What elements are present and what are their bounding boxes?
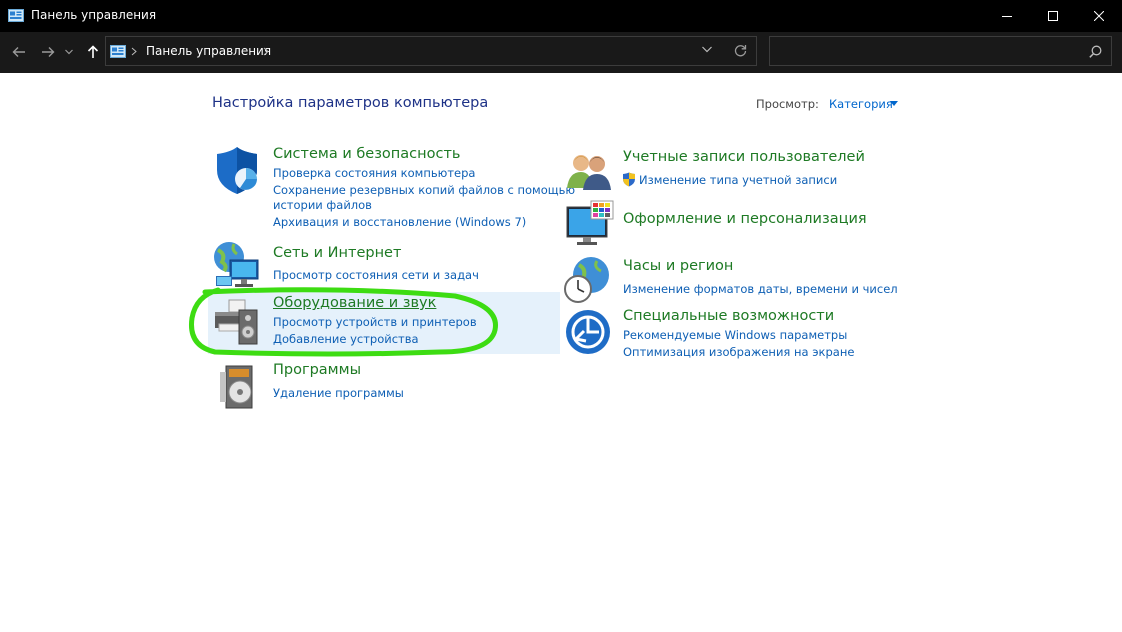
close-icon (1094, 11, 1104, 21)
chevron-right-icon (131, 47, 137, 56)
search-box (769, 36, 1112, 66)
control-panel-icon (8, 9, 24, 22)
link-uninstall-program[interactable]: Удаление программы (273, 385, 404, 401)
maximize-button[interactable] (1030, 0, 1076, 32)
chevron-down-icon (65, 49, 73, 55)
category-title-hardware[interactable]: Оборудование и звук (273, 295, 436, 311)
category-title-appearance[interactable]: Оформление и персонализация (623, 211, 867, 227)
window-title: Панель управления (31, 8, 157, 22)
view-label: Просмотр: (756, 97, 819, 111)
minimize-button[interactable] (984, 0, 1030, 32)
refresh-icon[interactable] (734, 44, 747, 57)
link-add-device[interactable]: Добавление устройства (273, 331, 419, 347)
shield-icon (217, 147, 257, 194)
users-icon (567, 155, 611, 190)
category-title-access[interactable]: Специальные возможности (623, 308, 834, 324)
page-title: Настройка параметров компьютера (212, 95, 489, 111)
highlight-annotation-ring (188, 287, 498, 357)
navigation-bar: Панель управления (0, 32, 1122, 73)
forward-button[interactable] (37, 41, 59, 63)
recent-locations-button[interactable] (62, 41, 76, 63)
control-panel-icon (110, 45, 126, 58)
breadcrumb-control-panel[interactable]: Панель управления (146, 44, 271, 58)
up-button[interactable] (82, 41, 104, 63)
search-icon[interactable] (1089, 45, 1102, 58)
link-devices-printers[interactable]: Просмотр устройств и принтеров (273, 314, 477, 330)
title-bar: Панель управления (0, 0, 1122, 32)
uac-shield-icon (623, 172, 635, 187)
chevron-right-icon[interactable] (263, 47, 269, 56)
link-network-status[interactable]: Просмотр состояния сети и задач (273, 267, 479, 283)
printer-speaker-icon (215, 299, 258, 345)
link-optimize-display[interactable]: Оптимизация изображения на экране (623, 344, 854, 360)
category-title-programs[interactable]: Программы (273, 362, 361, 378)
clock-globe-icon (564, 257, 609, 303)
minimize-icon (1002, 16, 1012, 17)
category-title-accounts[interactable]: Учетные записи пользователей (623, 149, 865, 165)
link-file-history-backup-cont[interactable]: истории файлов (273, 197, 372, 213)
network-globe-icon (214, 242, 259, 287)
link-file-history-backup[interactable]: Сохранение резервных копий файлов с помо… (273, 182, 575, 198)
chevron-down-icon[interactable] (702, 46, 712, 53)
link-change-account-type[interactable]: Изменение типа учетной записи (639, 172, 837, 188)
accessibility-icon (566, 310, 610, 354)
view-dropdown[interactable]: Категория (829, 97, 893, 111)
arrow-right-icon (42, 47, 55, 57)
category-title-network[interactable]: Сеть и Интернет (273, 245, 401, 261)
link-backup-restore[interactable]: Архивация и восстановление (Windows 7) (273, 214, 526, 230)
maximize-icon (1048, 11, 1058, 21)
arrow-left-icon (12, 47, 25, 57)
close-button[interactable] (1076, 0, 1122, 32)
programs-disc-icon (220, 365, 253, 409)
link-date-time-formats[interactable]: Изменение форматов даты, времени и чисел (623, 281, 898, 297)
category-title-system[interactable]: Система и безопасность (273, 146, 460, 162)
link-recommended-settings[interactable]: Рекомендуемые Windows параметры (623, 327, 847, 343)
caret-down-icon[interactable] (890, 101, 898, 106)
category-title-clock[interactable]: Часы и регион (623, 258, 733, 274)
address-bar[interactable]: Панель управления (105, 36, 757, 66)
link-check-computer-status[interactable]: Проверка состояния компьютера (273, 165, 475, 181)
display-palette-icon (566, 200, 614, 245)
search-input[interactable] (770, 37, 1070, 65)
back-button[interactable] (8, 41, 30, 63)
arrow-up-icon (87, 45, 99, 58)
